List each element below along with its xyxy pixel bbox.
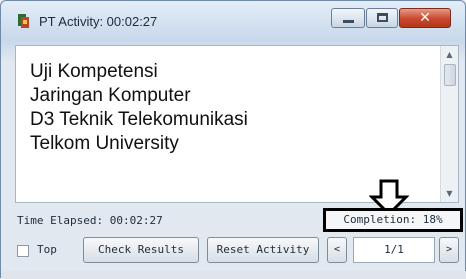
instructions-text: Uji Kompetensi Jaringan Komputer D3 Tekn…: [30, 60, 248, 156]
instruction-line: Telkom University: [30, 133, 179, 154]
scroll-down-icon[interactable]: ▼: [443, 187, 456, 200]
top-checkbox-label: Top: [37, 243, 57, 256]
maximize-icon: [377, 13, 388, 22]
window-title: PT Activity: 00:02:27: [39, 14, 158, 29]
close-icon: ✕: [419, 10, 431, 26]
scrollbar-thumb[interactable]: [444, 64, 456, 86]
instruction-line: Jaringan Komputer: [30, 85, 191, 106]
page-indicator: 1/1: [353, 237, 435, 263]
pt-activity-window: PT Activity: 00:02:27 ✕ Uji Kompetensi J…: [0, 0, 466, 279]
previous-page-button[interactable]: <: [327, 237, 347, 263]
time-elapsed-label: Time Elapsed: 00:02:27: [17, 214, 163, 227]
instruction-line: D3 Teknik Telekomunikasi: [30, 109, 248, 130]
close-button[interactable]: ✕: [399, 8, 451, 28]
completion-indicator: Completion: 18%: [323, 208, 463, 232]
instruction-line: Uji Kompetensi: [30, 61, 158, 82]
next-page-button[interactable]: >: [439, 237, 459, 263]
minimize-icon: [343, 20, 354, 23]
reset-activity-button[interactable]: Reset Activity: [207, 237, 319, 263]
check-results-button[interactable]: Check Results: [83, 237, 199, 263]
scroll-up-icon[interactable]: ▲: [443, 48, 456, 61]
vertical-scrollbar[interactable]: ▲ ▼: [440, 46, 458, 202]
minimize-button[interactable]: [331, 8, 365, 28]
maximize-button[interactable]: [366, 8, 398, 28]
packet-tracer-icon: [18, 14, 29, 28]
top-checkbox[interactable]: [17, 245, 29, 257]
title-bar[interactable]: PT Activity: 00:02:27 ✕: [1, 1, 465, 41]
